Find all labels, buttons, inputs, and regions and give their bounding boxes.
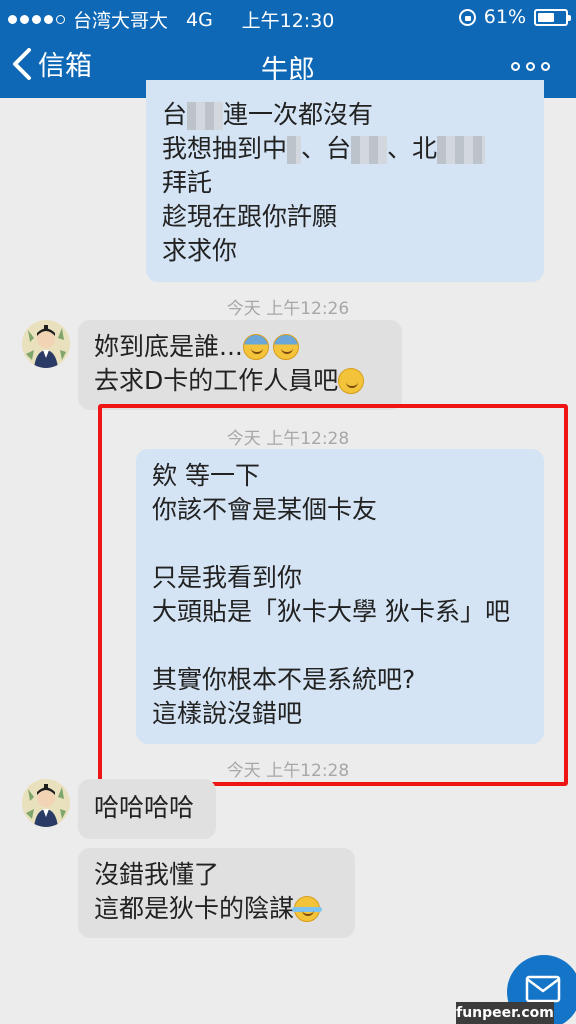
message-timestamp: 今天 上午12:26	[226, 299, 350, 319]
tears-of-joy-emoji-icon	[292, 896, 323, 922]
message-line: 去求D卡的工作人員吧	[94, 364, 386, 398]
message-line: 只是我看到你	[152, 563, 303, 592]
smirking-face-emoji-icon	[338, 368, 365, 394]
message-bubble-incoming: 哈哈哈哈	[78, 779, 216, 839]
message-line: 妳到底是誰...	[94, 330, 386, 364]
message-line: 拜託	[162, 168, 213, 197]
message-line: 我想抽到中 、台 、北	[162, 132, 528, 166]
message-bubble-outgoing: 欸 等一下 你該不會是某個卡友 只是我看到你 大頭貼是「狄卡大學 狄卡系」吧 其…	[136, 449, 544, 744]
battery-percent: 61%	[483, 6, 526, 28]
message-line: 台連一次都沒有	[162, 100, 374, 130]
message-line: 求求你	[162, 236, 238, 265]
message-timestamp: 今天 上午12:28	[226, 429, 350, 449]
mail-icon	[525, 975, 561, 1003]
message-line: 哈哈哈哈	[94, 793, 195, 822]
message-line: 趁現在跟你許願	[162, 202, 338, 231]
more-dots-icon	[511, 62, 520, 71]
battery-icon	[534, 8, 571, 26]
fearful-face-emoji-icon	[242, 334, 269, 360]
message-line: 你該不會是某個卡友	[152, 495, 378, 524]
message-bubble-outgoing: 台連一次都沒有 我想抽到中 、台 、北 拜託 趁現在跟你許願 求求你	[146, 80, 544, 282]
fearful-face-emoji-icon	[272, 334, 299, 360]
contact-avatar[interactable]	[22, 779, 70, 827]
censored-text	[437, 136, 486, 164]
more-options-button[interactable]	[511, 62, 550, 71]
censored-text	[287, 136, 302, 164]
message-line: 這都是狄卡的陰謀	[94, 892, 339, 926]
message-line: 這樣說沒錯吧	[152, 699, 303, 728]
message-line: 其實你根本不是系統吧?	[152, 665, 416, 694]
watermark: funpeer.com	[456, 1002, 554, 1024]
message-bubble-incoming: 妳到底是誰... 去求D卡的工作人員吧	[78, 320, 402, 410]
rotation-lock-icon	[458, 8, 476, 26]
status-bar: 台湾大哥大 4G 上午12:30 61%	[0, 0, 576, 34]
message-line: 沒錯我懂了	[94, 860, 220, 889]
message-line: 欸 等一下	[152, 461, 260, 490]
message-timestamp: 今天 上午12:28	[226, 761, 350, 781]
censored-text	[351, 136, 388, 164]
avatar-image	[22, 779, 70, 827]
message-line: 大頭貼是「狄卡大學 狄卡系」吧	[152, 597, 510, 626]
censored-text	[187, 102, 224, 130]
avatar-image	[22, 320, 70, 368]
message-bubble-incoming: 沒錯我懂了 這都是狄卡的陰謀	[78, 848, 355, 938]
contact-avatar[interactable]	[22, 320, 70, 368]
